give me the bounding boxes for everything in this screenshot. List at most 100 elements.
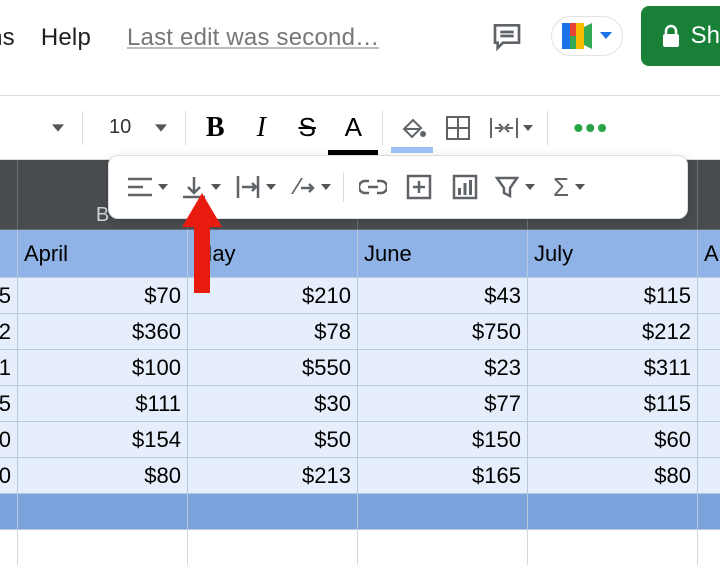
- cell[interactable]: [0, 230, 18, 278]
- cell[interactable]: $115: [528, 386, 698, 422]
- cell[interactable]: $213: [188, 458, 358, 494]
- caret-down-icon: [525, 184, 535, 190]
- cell[interactable]: [698, 458, 720, 494]
- cell[interactable]: 15: [0, 278, 18, 314]
- cell[interactable]: $550: [188, 350, 358, 386]
- spreadsheet[interactable]: B April May June July A 15 $70 $210 $43 …: [0, 160, 720, 565]
- column-header[interactable]: [0, 160, 18, 230]
- cell[interactable]: $70: [18, 278, 188, 314]
- caret-down-icon: [155, 124, 167, 132]
- cell[interactable]: [698, 422, 720, 458]
- caret-down-icon: [158, 184, 168, 190]
- cell[interactable]: 1: [0, 350, 18, 386]
- last-edit-link[interactable]: Last edit was second…: [127, 24, 379, 52]
- cell[interactable]: $212: [528, 314, 698, 350]
- cell[interactable]: $78: [188, 314, 358, 350]
- cell[interactable]: 12: [0, 314, 18, 350]
- cell[interactable]: $30: [188, 386, 358, 422]
- cell[interactable]: $311: [528, 350, 698, 386]
- bold-button[interactable]: B: [192, 105, 238, 151]
- horizontal-align-button[interactable]: [121, 164, 175, 210]
- insert-comment-button[interactable]: [396, 164, 442, 210]
- cell[interactable]: April: [18, 230, 188, 278]
- cell[interactable]: July: [528, 230, 698, 278]
- cell[interactable]: $80: [528, 458, 698, 494]
- text-color-button[interactable]: A: [330, 105, 376, 151]
- text-rotate-button[interactable]: [283, 164, 337, 210]
- wrap-icon: [236, 176, 260, 198]
- cell[interactable]: [698, 314, 720, 350]
- top-right-controls: Sh: [473, 0, 720, 72]
- separator: [343, 172, 344, 202]
- font-family-dropdown[interactable]: [40, 105, 76, 151]
- cell[interactable]: [698, 350, 720, 386]
- cell[interactable]: [528, 530, 698, 565]
- separator: [82, 111, 83, 145]
- table-row: 12 $360 $78 $750 $212: [0, 314, 720, 350]
- table-header-row: April May June July A: [0, 230, 720, 278]
- cell[interactable]: [188, 530, 358, 565]
- borders-button[interactable]: [435, 105, 481, 151]
- cell[interactable]: $100: [18, 350, 188, 386]
- strikethrough-button[interactable]: S: [284, 105, 330, 151]
- cell[interactable]: [698, 530, 720, 565]
- font-size-value: 10: [109, 116, 131, 139]
- cell[interactable]: $150: [358, 422, 528, 458]
- cell[interactable]: [358, 494, 528, 530]
- cell[interactable]: $50: [188, 422, 358, 458]
- cell[interactable]: $360: [18, 314, 188, 350]
- cell[interactable]: [358, 530, 528, 565]
- chart-icon: [452, 174, 478, 200]
- cell[interactable]: $23: [358, 350, 528, 386]
- italic-button[interactable]: I: [238, 105, 284, 151]
- cell[interactable]: $165: [358, 458, 528, 494]
- cell[interactable]: $77: [358, 386, 528, 422]
- fill-color-button[interactable]: [389, 105, 435, 151]
- menu-item-help[interactable]: Help: [41, 24, 91, 52]
- text-wrap-button[interactable]: [229, 164, 283, 210]
- menu-item-extensions[interactable]: ions: [0, 24, 15, 52]
- add-comment-icon: [406, 174, 432, 200]
- cell[interactable]: $80: [18, 458, 188, 494]
- cell[interactable]: $60: [528, 422, 698, 458]
- caret-down-icon: [523, 125, 533, 131]
- cell[interactable]: A: [698, 230, 720, 278]
- caret-down-icon: [211, 184, 221, 190]
- cell[interactable]: 15: [0, 386, 18, 422]
- cell[interactable]: 00: [0, 458, 18, 494]
- cell[interactable]: [188, 494, 358, 530]
- column-header[interactable]: [698, 160, 720, 230]
- cell[interactable]: [0, 494, 18, 530]
- table-row: 15 $111 $30 $77 $115: [0, 386, 720, 422]
- paint-bucket-icon: [398, 116, 426, 140]
- cell[interactable]: $111: [18, 386, 188, 422]
- table-row-selected: [0, 494, 720, 530]
- cell[interactable]: [698, 494, 720, 530]
- caret-down-icon: [52, 124, 64, 132]
- cell[interactable]: $750: [358, 314, 528, 350]
- cell[interactable]: 50: [0, 422, 18, 458]
- cell[interactable]: $154: [18, 422, 188, 458]
- functions-button[interactable]: Σ: [542, 164, 596, 210]
- table-row: 00 $80 $213 $165 $80: [0, 458, 720, 494]
- insert-link-button[interactable]: [350, 164, 396, 210]
- comment-icon: [491, 20, 523, 52]
- comments-button[interactable]: [481, 12, 533, 60]
- merge-cells-button[interactable]: [481, 105, 541, 151]
- insert-chart-button[interactable]: [442, 164, 488, 210]
- more-toolbar-button[interactable]: •••: [568, 105, 614, 151]
- cell[interactable]: [18, 494, 188, 530]
- font-size-selector[interactable]: 10: [109, 116, 167, 139]
- cell[interactable]: $115: [528, 278, 698, 314]
- cell[interactable]: [698, 386, 720, 422]
- filter-button[interactable]: [488, 164, 542, 210]
- link-icon: [359, 179, 387, 195]
- cell[interactable]: [18, 530, 188, 565]
- meet-button[interactable]: [551, 16, 623, 56]
- cell[interactable]: June: [358, 230, 528, 278]
- share-button[interactable]: Sh: [641, 6, 720, 66]
- cell[interactable]: $43: [358, 278, 528, 314]
- cell[interactable]: [0, 530, 18, 565]
- cell[interactable]: [528, 494, 698, 530]
- cell[interactable]: [698, 278, 720, 314]
